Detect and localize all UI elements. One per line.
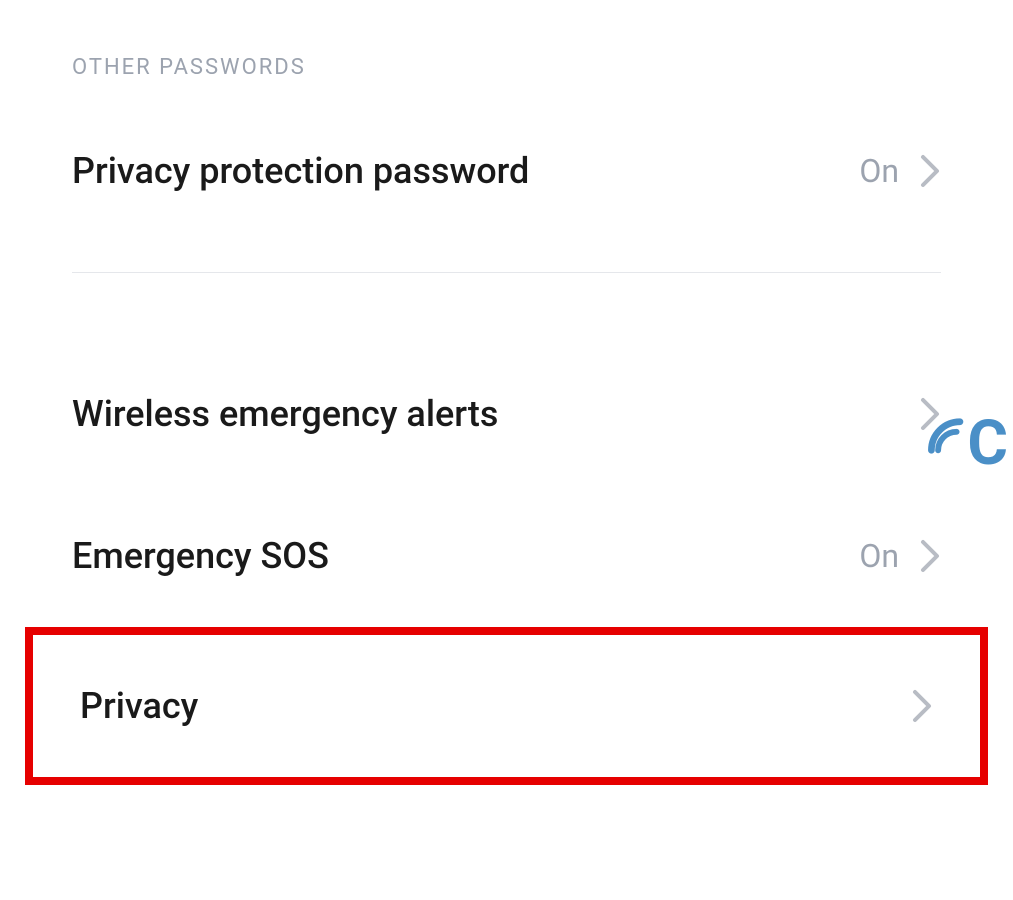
row-value: On: [859, 152, 899, 190]
row-value: On: [859, 537, 899, 575]
section-gap: [0, 303, 1013, 343]
watermark-letter: C: [967, 413, 1008, 475]
row-right: [911, 688, 933, 724]
chevron-right-icon: [919, 538, 941, 574]
chevron-right-icon: [911, 688, 933, 724]
row-privacy-protection-password[interactable]: Privacy protection password On: [0, 100, 1013, 242]
watermark-logo: C: [923, 405, 1008, 467]
row-label: Privacy protection password: [72, 150, 529, 192]
row-privacy[interactable]: Privacy: [25, 627, 988, 785]
row-wireless-emergency-alerts[interactable]: Wireless emergency alerts: [0, 343, 1013, 485]
divider: [72, 272, 941, 273]
row-label: Wireless emergency alerts: [72, 393, 498, 435]
settings-container: OTHER PASSWORDS Privacy protection passw…: [0, 0, 1013, 785]
row-right: On: [859, 537, 941, 575]
row-label: Privacy: [80, 685, 198, 727]
row-emergency-sos[interactable]: Emergency SOS On: [0, 485, 1013, 627]
signal-icon: [923, 415, 965, 457]
section-header-other-passwords: OTHER PASSWORDS: [0, 0, 1013, 100]
chevron-right-icon: [919, 153, 941, 189]
row-right: On: [859, 152, 941, 190]
row-label: Emergency SOS: [72, 535, 329, 577]
